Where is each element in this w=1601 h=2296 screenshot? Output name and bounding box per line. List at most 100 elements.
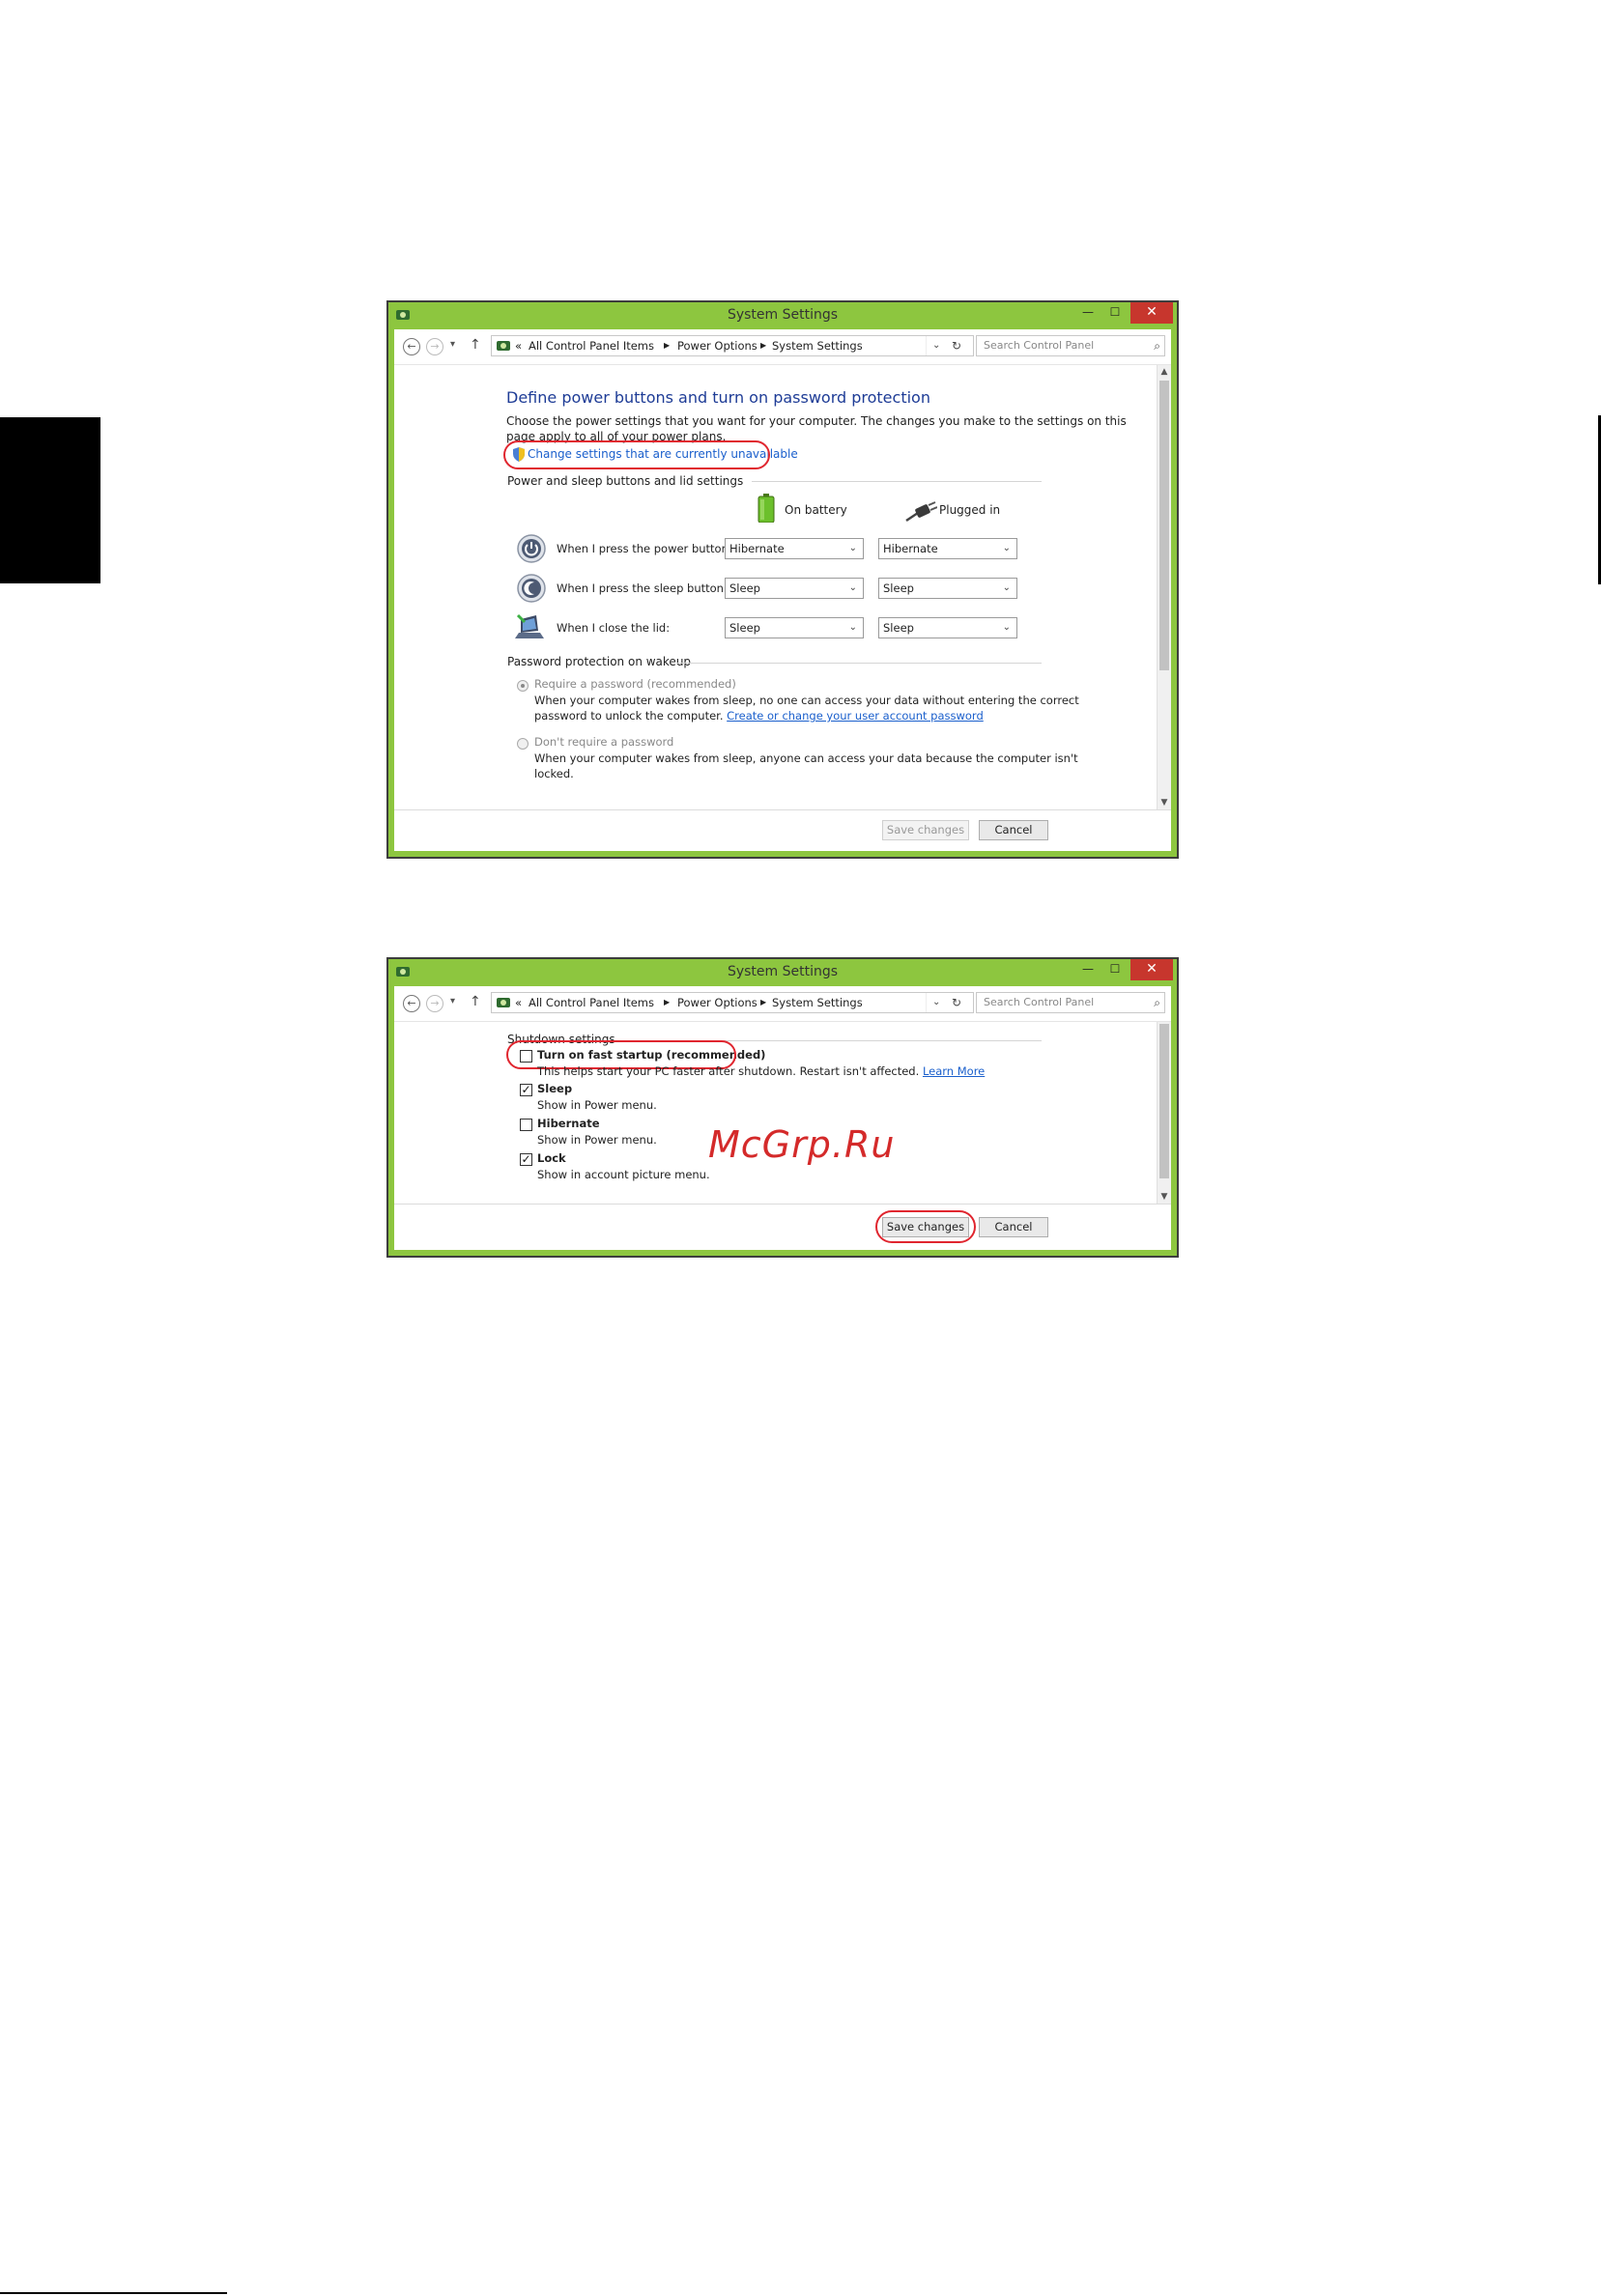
- chevron-down-icon[interactable]: ⌄: [932, 993, 940, 1012]
- up-arrow-icon[interactable]: ↑: [470, 337, 481, 353]
- search-icon[interactable]: ⌕: [1154, 336, 1160, 355]
- forward-arrow-icon[interactable]: →: [426, 995, 443, 1012]
- scroll-thumb[interactable]: [1159, 1024, 1169, 1178]
- save-changes-button[interactable]: Save changes: [882, 820, 969, 840]
- address-dropdown[interactable]: ⌄ ↻: [926, 336, 971, 355]
- sleep-button-icon: [517, 574, 546, 603]
- close-lid-battery-select[interactable]: Sleep ⌄: [725, 617, 864, 638]
- breadcrumb-overflow[interactable]: «: [515, 993, 522, 1012]
- select-value: Sleep: [729, 621, 760, 635]
- fast-startup-desc-text: This helps start your PC faster after sh…: [537, 1064, 920, 1078]
- breadcrumb-system-settings[interactable]: System Settings: [772, 993, 863, 1012]
- title-bar[interactable]: System Settings — ☐ ✕: [388, 959, 1177, 986]
- title-bar[interactable]: System Settings — ☐ ✕: [388, 302, 1177, 329]
- cancel-button[interactable]: Cancel: [979, 820, 1048, 840]
- chevron-down-icon: ⌄: [1002, 582, 1011, 593]
- close-button[interactable]: ✕: [1130, 302, 1173, 324]
- control-panel-icon: [497, 998, 510, 1007]
- breadcrumb-all-control-panel-items[interactable]: All Control Panel Items: [529, 336, 654, 355]
- battery-icon: [758, 494, 775, 523]
- recent-locations-chevron-icon[interactable]: ▾: [450, 339, 455, 350]
- window-footer: Save changes Cancel: [394, 809, 1171, 851]
- require-password-desc-text: password to unlock the computer.: [534, 709, 724, 723]
- hibernate-desc: Show in Power menu.: [537, 1133, 657, 1147]
- cancel-button[interactable]: Cancel: [979, 1217, 1048, 1237]
- address-dropdown[interactable]: ⌄ ↻: [926, 993, 971, 1012]
- select-value: Sleep: [883, 581, 914, 595]
- column-on-battery: On battery: [785, 503, 847, 517]
- close-lid-plugged-select[interactable]: Sleep ⌄: [878, 617, 1017, 638]
- maximize-button[interactable]: ☐: [1101, 959, 1129, 980]
- address-bar[interactable]: « All Control Panel Items ▶ Power Option…: [491, 992, 974, 1013]
- chevron-down-icon: ⌄: [848, 543, 857, 553]
- minimize-button[interactable]: —: [1074, 302, 1101, 324]
- row-label-sleep-button: When I press the sleep button:: [557, 581, 728, 595]
- close-button[interactable]: ✕: [1130, 959, 1173, 980]
- recent-locations-chevron-icon[interactable]: ▾: [450, 996, 455, 1006]
- sleep-button-plugged-select[interactable]: Sleep ⌄: [878, 578, 1017, 599]
- breadcrumb-separator-icon[interactable]: ▶: [760, 993, 766, 1012]
- breadcrumb-separator-icon[interactable]: ▶: [664, 336, 670, 355]
- page-side-tab: [0, 417, 100, 583]
- breadcrumb-overflow[interactable]: «: [515, 336, 522, 355]
- breadcrumb-power-options[interactable]: Power Options: [677, 993, 758, 1012]
- create-password-link[interactable]: Create or change your user account passw…: [727, 709, 984, 723]
- power-button-icon: [517, 534, 546, 563]
- forward-arrow-icon[interactable]: →: [426, 338, 443, 355]
- sleep-checkbox[interactable]: ✓: [520, 1084, 532, 1096]
- vertical-scrollbar[interactable]: ▼: [1157, 1022, 1171, 1204]
- refresh-icon[interactable]: ↻: [952, 993, 961, 1012]
- control-panel-icon: [497, 341, 510, 351]
- select-value: Sleep: [729, 581, 760, 595]
- search-box[interactable]: Search Control Panel ⌕: [976, 335, 1165, 356]
- select-value: Sleep: [883, 621, 914, 635]
- no-password-radio[interactable]: [517, 738, 529, 750]
- breadcrumb-system-settings[interactable]: System Settings: [772, 336, 863, 355]
- column-plugged-in: Plugged in: [939, 503, 1001, 517]
- page-heading: Define power buttons and turn on passwor…: [506, 388, 930, 407]
- require-password-desc-line-1: When your computer wakes from sleep, no …: [534, 694, 1079, 707]
- vertical-scrollbar[interactable]: ▲ ▼: [1157, 365, 1171, 809]
- maximize-button[interactable]: ☐: [1101, 302, 1129, 324]
- navigation-bar: ← → ▾ ↑ « All Control Panel Items ▶ Powe…: [394, 986, 1171, 1022]
- refresh-icon[interactable]: ↻: [952, 336, 961, 355]
- breadcrumb-separator-icon[interactable]: ▶: [760, 336, 766, 355]
- search-input[interactable]: Search Control Panel: [984, 339, 1094, 352]
- search-input[interactable]: Search Control Panel: [984, 996, 1094, 1008]
- scroll-down-icon[interactable]: ▼: [1158, 1190, 1171, 1204]
- fast-startup-desc: This helps start your PC faster after sh…: [537, 1064, 985, 1078]
- address-bar[interactable]: « All Control Panel Items ▶ Power Option…: [491, 335, 974, 356]
- scroll-down-icon[interactable]: ▼: [1158, 796, 1171, 809]
- require-password-radio[interactable]: [517, 680, 529, 692]
- chevron-down-icon[interactable]: ⌄: [932, 336, 940, 355]
- select-value: Hibernate: [729, 542, 785, 555]
- minimize-button[interactable]: —: [1074, 959, 1101, 980]
- row-label-close-lid: When I close the lid:: [557, 621, 671, 635]
- require-password-desc-line-2: password to unlock the computer. Create …: [534, 709, 984, 723]
- scroll-thumb[interactable]: [1159, 381, 1169, 670]
- back-arrow-icon[interactable]: ←: [403, 338, 420, 355]
- power-button-plugged-select[interactable]: Hibernate ⌄: [878, 538, 1017, 559]
- search-box[interactable]: Search Control Panel ⌕: [976, 992, 1165, 1013]
- up-arrow-icon[interactable]: ↑: [470, 994, 481, 1009]
- laptop-lid-icon: [515, 613, 544, 638]
- lock-checkbox[interactable]: ✓: [520, 1153, 532, 1166]
- section-divider: [676, 663, 1042, 664]
- learn-more-link[interactable]: Learn More: [923, 1064, 985, 1078]
- window-title: System Settings: [727, 307, 839, 323]
- back-arrow-icon[interactable]: ←: [403, 995, 420, 1012]
- section-password-protection: Password protection on wakeup: [507, 655, 692, 668]
- hibernate-checkbox[interactable]: [520, 1119, 532, 1131]
- breadcrumb-all-control-panel-items[interactable]: All Control Panel Items: [529, 993, 654, 1012]
- system-settings-window-2: System Settings — ☐ ✕ ← → ▾ ↑ « All Cont…: [386, 957, 1179, 1258]
- highlight-ring: [503, 440, 770, 469]
- sleep-desc: Show in Power menu.: [537, 1098, 657, 1112]
- window-client: ← → ▾ ↑ « All Control Panel Items ▶ Powe…: [394, 986, 1171, 1250]
- power-button-battery-select[interactable]: Hibernate ⌄: [725, 538, 864, 559]
- breadcrumb-power-options[interactable]: Power Options: [677, 336, 758, 355]
- breadcrumb-separator-icon[interactable]: ▶: [664, 993, 670, 1012]
- search-icon[interactable]: ⌕: [1154, 993, 1160, 1012]
- lock-desc: Show in account picture menu.: [537, 1168, 710, 1181]
- scroll-up-icon[interactable]: ▲: [1158, 365, 1171, 379]
- sleep-button-battery-select[interactable]: Sleep ⌄: [725, 578, 864, 599]
